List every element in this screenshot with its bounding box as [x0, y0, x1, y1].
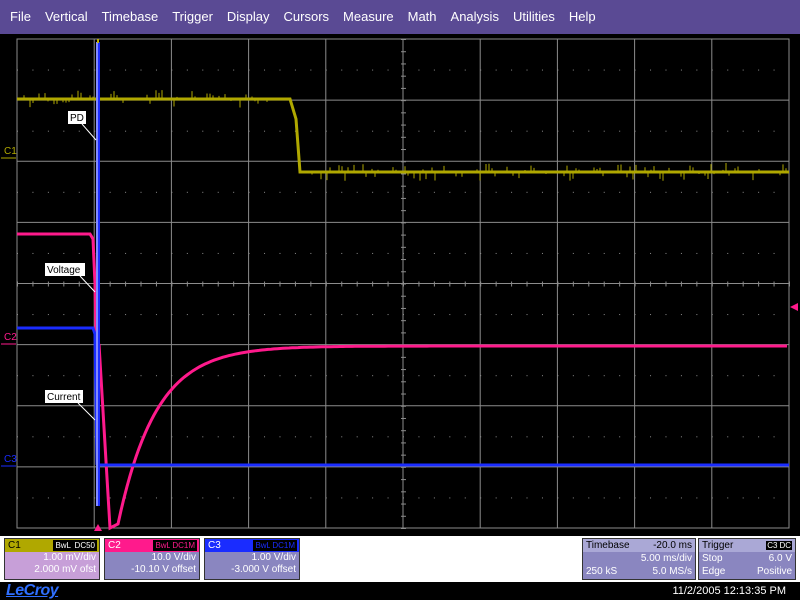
timebase-samples: 250 kS [586, 566, 618, 577]
c1-coupling: DC50 [72, 540, 97, 551]
c1-name: C1 [8, 540, 21, 551]
menu-timebase[interactable]: Timebase [95, 0, 166, 34]
menu-bar: File Vertical Timebase Trigger Display Cursor… [0, 0, 800, 34]
waveform-grid: C1 C2 C3 PD Voltage Current [1, 38, 798, 531]
trigger-type: Edge [702, 566, 726, 577]
svg-text:Voltage: Voltage [47, 265, 81, 276]
menu-math[interactable]: Math [401, 0, 444, 34]
footer-bar: LeCroy 11/2/2005 12:13:35 PM [0, 582, 800, 600]
c2-ground-label: C2 [4, 332, 17, 343]
c1-ground-label: C1 [4, 146, 17, 157]
c3-offset: -3.000 V offset [231, 564, 296, 575]
trigger-title: Trigger [702, 540, 734, 551]
trigger-mode: Stop [702, 553, 723, 564]
menu-vertical[interactable]: Vertical [38, 0, 95, 34]
c1-bwl: BwL [53, 540, 73, 551]
menu-trigger[interactable]: Trigger [165, 0, 220, 34]
trigger-box[interactable]: Trigger C3 DC Stop 6.0 V Edge Positive [698, 538, 796, 580]
trigger-coupling: DC [778, 541, 792, 550]
timebase-title: Timebase [586, 540, 630, 551]
menu-cursors[interactable]: Cursors [277, 0, 337, 34]
trigger-level-marker [790, 303, 798, 311]
c2-name: C2 [108, 540, 121, 551]
menu-display[interactable]: Display [220, 0, 277, 34]
annotation-voltage: Voltage [45, 263, 96, 293]
c2-channel-box[interactable]: C2 BwL DC1M 10.0 V/div -10.10 V offset [104, 538, 200, 580]
status-panel: C1 BwL DC50 1.00 mV/div 2.000 mV ofst C2… [0, 536, 800, 582]
menu-utilities[interactable]: Utilities [506, 0, 562, 34]
svg-text:PD: PD [70, 113, 84, 124]
timebase-box[interactable]: Timebase -20.0 ms 5.00 ms/div 250 kS 5.0 … [582, 538, 696, 580]
annotation-current: Current [45, 390, 96, 421]
lecroy-logo: LeCroy [6, 582, 59, 599]
c2-trace [17, 232, 787, 531]
timebase-tdiv: 5.00 ms/div [640, 553, 692, 564]
annotation-pd: PD [68, 111, 97, 141]
svg-text:Current: Current [47, 392, 81, 403]
menu-help[interactable]: Help [562, 0, 603, 34]
timebase-rate: 5.0 MS/s [652, 566, 692, 577]
c3-channel-box[interactable]: C3 BwL DC1M 1.00 V/div -3.000 V offset [204, 538, 300, 580]
menu-analysis[interactable]: Analysis [444, 0, 506, 34]
date-time: 11/2/2005 12:13:35 PM [672, 585, 786, 597]
c3-vdiv: 1.00 V/div [251, 552, 296, 563]
timebase-delay: -20.0 ms [653, 540, 692, 551]
c1-channel-box[interactable]: C1 BwL DC50 1.00 mV/div 2.000 mV ofst [4, 538, 100, 580]
menu-measure[interactable]: Measure [336, 0, 401, 34]
waveform-display: C1 C2 C3 PD Voltage Current [0, 34, 800, 536]
menu-file[interactable]: File [0, 0, 38, 34]
trigger-level: 6.0 V [768, 553, 792, 564]
c2-offset: -10.10 V offset [131, 564, 196, 575]
c3-name: C3 [208, 540, 221, 551]
c1-offset: 2.000 mV ofst [34, 564, 96, 575]
c2-vdiv: 10.0 V/div [151, 552, 196, 563]
c3-ground-label: C3 [4, 454, 17, 465]
trigger-slope: Positive [756, 566, 792, 577]
c2-coupling: DC1M [170, 540, 197, 551]
trigger-source: C3 [766, 541, 779, 550]
c3-coupling: DC1M [270, 540, 297, 551]
c1-vdiv: 1.00 mV/div [43, 552, 96, 563]
